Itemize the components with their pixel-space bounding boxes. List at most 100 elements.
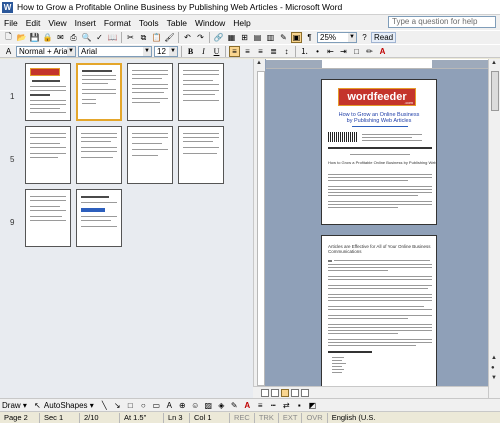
tables-borders-icon[interactable]: ▦ — [226, 32, 237, 43]
page-thumbnail-6[interactable] — [76, 126, 122, 184]
document-pane[interactable]: wordfeeder .com How to Grow an Online Bu… — [266, 69, 488, 388]
page-thumbnail-2[interactable] — [76, 63, 122, 121]
web-layout-view-button[interactable] — [271, 388, 279, 397]
autoshapes-menu-button[interactable]: AutoShapes ▾ — [44, 401, 94, 410]
zoom-select[interactable]: 25% ▼ — [317, 32, 357, 43]
scroll-up-icon[interactable]: ▲ — [491, 60, 497, 66]
new-document-icon[interactable]: 🗋 — [3, 32, 14, 43]
page-thumbnail-10[interactable] — [76, 189, 122, 247]
diagram-icon[interactable]: ⊕ — [177, 400, 188, 411]
document-scrollbar[interactable]: ▲ ▲ ● ▼ — [488, 59, 500, 398]
status-ovr[interactable]: OVR — [302, 412, 328, 423]
font-size-select[interactable]: 12 ▼ — [154, 45, 178, 57]
clip-art-icon[interactable]: ☺ — [190, 400, 201, 411]
redo-icon[interactable]: ↷ — [195, 32, 206, 43]
email-icon[interactable]: ✉ — [55, 32, 66, 43]
menu-help[interactable]: Help — [229, 18, 254, 28]
font-select[interactable]: Arial ▼ — [78, 45, 152, 57]
print-preview-icon[interactable]: 🔍 — [81, 32, 92, 43]
page-thumbnail-7[interactable] — [127, 126, 173, 184]
align-center-icon[interactable]: ≡ — [242, 46, 253, 57]
font-color-icon[interactable]: A — [377, 46, 388, 57]
3d-icon[interactable]: ◩ — [307, 400, 318, 411]
normal-view-button[interactable] — [261, 388, 269, 397]
document-page-1[interactable]: wordfeeder .com How to Grow an Online Bu… — [321, 79, 437, 225]
menu-table[interactable]: Table — [163, 18, 191, 28]
menu-insert[interactable]: Insert — [71, 18, 100, 28]
word-app-icon[interactable]: W — [2, 1, 13, 13]
page-thumbnail-4[interactable] — [178, 63, 224, 121]
line-color-icon[interactable]: ✎ — [229, 400, 240, 411]
line-icon[interactable]: ╲ — [99, 400, 110, 411]
fill-color-icon[interactable]: ◈ — [216, 400, 227, 411]
spelling-icon[interactable]: ✓ — [94, 32, 105, 43]
align-right-icon[interactable]: ≡ — [255, 46, 266, 57]
underline-button[interactable]: U — [211, 46, 222, 57]
menu-format[interactable]: Format — [100, 18, 135, 28]
page-thumbnail-5[interactable] — [25, 126, 71, 184]
status-rec[interactable]: REC — [230, 412, 255, 423]
decrease-indent-icon[interactable]: ⇤ — [325, 46, 336, 57]
picture-icon[interactable]: ▨ — [203, 400, 214, 411]
rectangle-icon[interactable]: □ — [125, 400, 136, 411]
highlight-icon[interactable]: ✏ — [364, 46, 375, 57]
arrow-icon[interactable]: ↘ — [112, 400, 123, 411]
undo-icon[interactable]: ↶ — [182, 32, 193, 43]
help-search-input[interactable]: Type a question for help — [388, 16, 496, 28]
horizontal-ruler[interactable] — [266, 59, 488, 69]
page-thumbnail-1[interactable] — [25, 63, 71, 121]
research-icon[interactable]: 📖 — [107, 32, 118, 43]
thumbnails-pane[interactable]: 1 5 9 — [0, 59, 253, 398]
show-hide-icon[interactable]: ¶ — [304, 32, 315, 43]
arrow-style-icon[interactable]: ⇄ — [281, 400, 292, 411]
status-ext[interactable]: EXT — [279, 412, 303, 423]
line-style-icon[interactable]: ≡ — [255, 400, 266, 411]
print-layout-view-button[interactable] — [281, 388, 289, 397]
menu-edit[interactable]: Edit — [22, 18, 45, 28]
open-folder-icon[interactable]: 📂 — [16, 32, 27, 43]
paste-icon[interactable]: 📋 — [151, 32, 162, 43]
page-thumbnail-8[interactable] — [178, 126, 224, 184]
reading-layout-view-button[interactable] — [301, 388, 309, 397]
document-page-2[interactable]: Articles are Effective for All of Your O… — [321, 235, 437, 388]
oval-icon[interactable]: ○ — [138, 400, 149, 411]
previous-page-icon[interactable]: ▲ — [491, 355, 497, 361]
outside-border-icon[interactable]: □ — [351, 46, 362, 57]
text-box-icon[interactable]: ▭ — [151, 400, 162, 411]
scroll-thumb[interactable] — [491, 71, 499, 111]
hyperlink-icon[interactable]: 🔗 — [213, 32, 224, 43]
next-page-icon[interactable]: ▼ — [491, 375, 497, 381]
save-icon[interactable]: 💾 — [29, 32, 40, 43]
print-icon[interactable]: ⎙ — [68, 32, 79, 43]
browse-object-icon[interactable]: ● — [491, 365, 495, 371]
help-icon[interactable]: ? — [359, 32, 370, 43]
draw-menu-button[interactable]: Draw ▾ — [2, 401, 27, 410]
menu-view[interactable]: View — [44, 18, 70, 28]
italic-button[interactable]: I — [198, 46, 209, 57]
font-color-icon[interactable]: A — [242, 400, 253, 411]
menu-window[interactable]: Window — [191, 18, 229, 28]
justify-icon[interactable]: ≣ — [268, 46, 279, 57]
numbering-icon[interactable]: ⒈ — [299, 46, 310, 57]
select-objects-icon[interactable]: ↖ — [32, 400, 43, 411]
outline-view-button[interactable] — [291, 388, 299, 397]
align-left-icon[interactable]: ≡ — [229, 45, 240, 57]
styles-pane-icon[interactable]: A — [3, 46, 14, 57]
copy-icon[interactable]: ⧉ — [138, 32, 149, 43]
bold-button[interactable]: B — [185, 46, 196, 57]
drawing-icon[interactable]: ✎ — [278, 32, 289, 43]
page-thumbnail-3[interactable] — [127, 63, 173, 121]
columns-icon[interactable]: ▥ — [265, 32, 276, 43]
shadow-icon[interactable]: ▪ — [294, 400, 305, 411]
increase-indent-icon[interactable]: ⇥ — [338, 46, 349, 57]
menu-tools[interactable]: Tools — [135, 18, 163, 28]
page-thumbnail-9[interactable] — [25, 189, 71, 247]
status-trk[interactable]: TRK — [255, 412, 279, 423]
menu-file[interactable]: File — [0, 18, 22, 28]
scroll-up-icon[interactable]: ▲ — [256, 60, 262, 66]
insert-excel-icon[interactable]: ▤ — [252, 32, 263, 43]
document-map-icon[interactable]: ▣ — [291, 32, 302, 43]
insert-table-icon[interactable]: ⊞ — [239, 32, 250, 43]
format-painter-icon[interactable]: 🖌 — [164, 32, 175, 43]
wordart-icon[interactable]: A — [164, 400, 175, 411]
